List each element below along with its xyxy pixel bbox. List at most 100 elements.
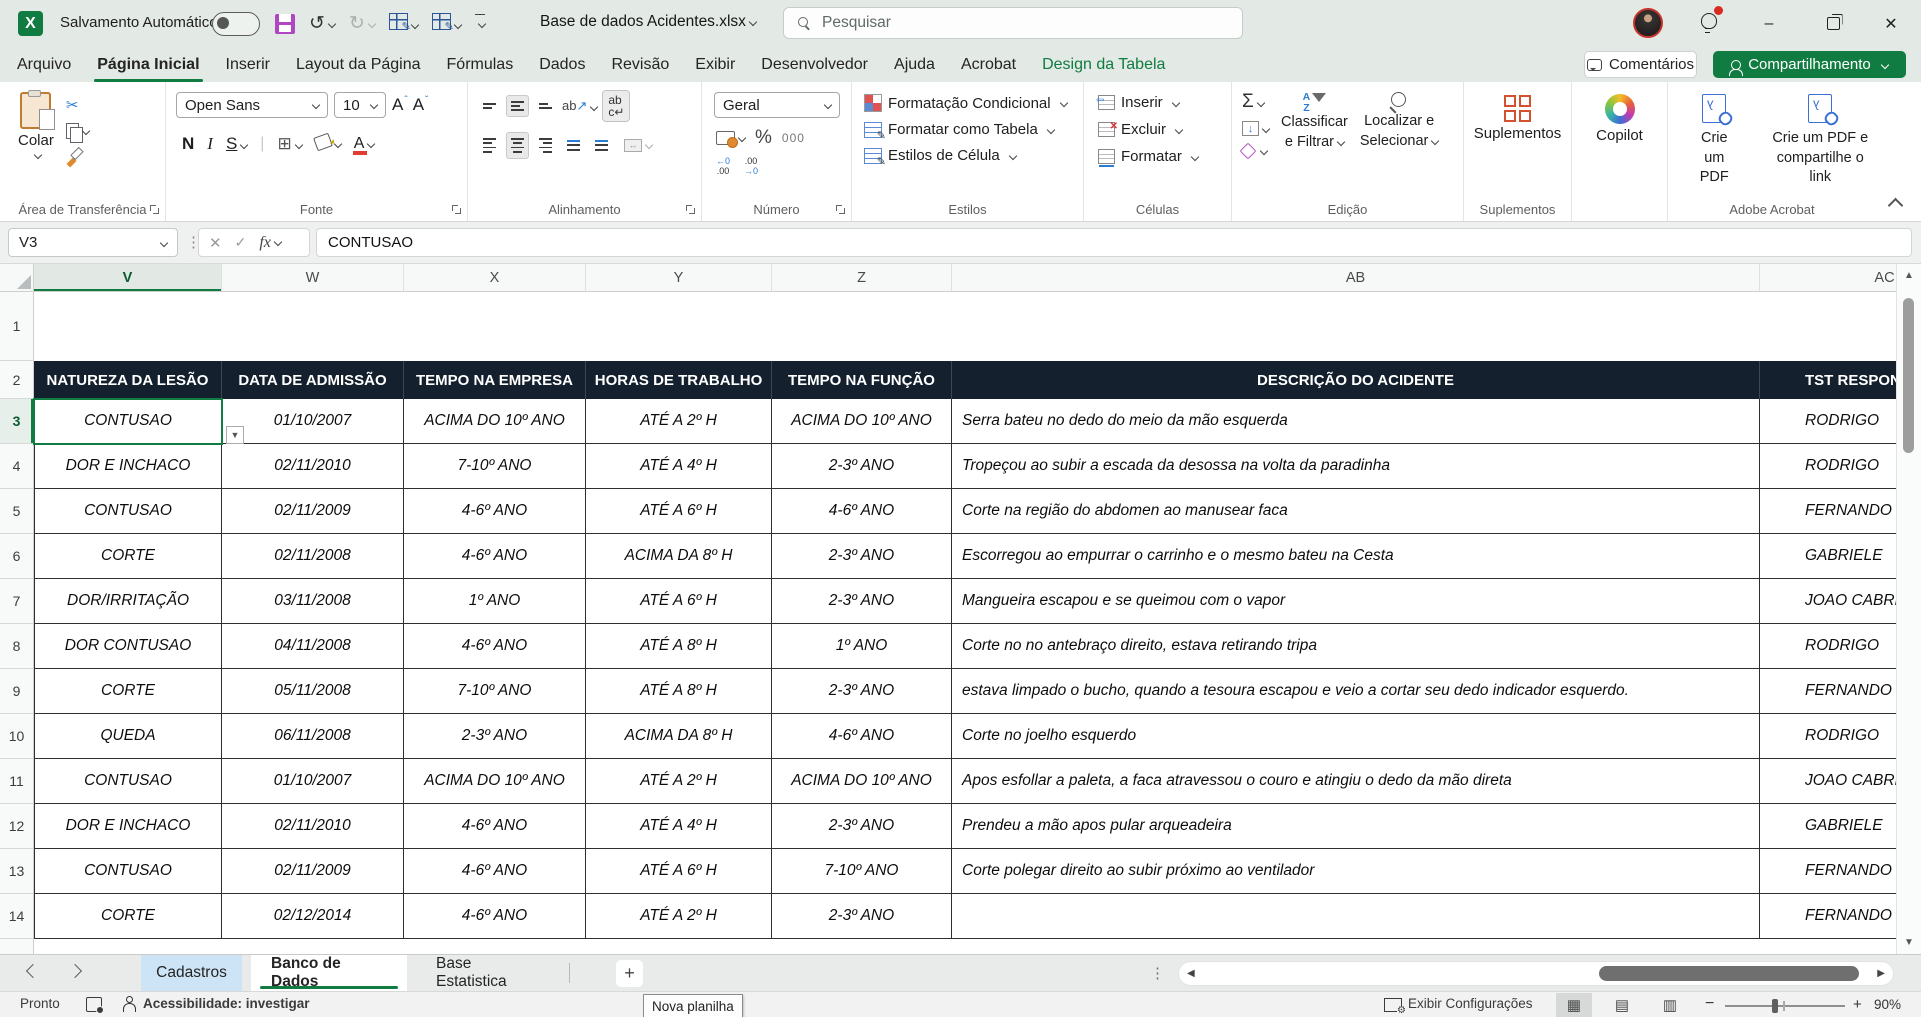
cell-natureza[interactable]: CORTE <box>35 669 222 713</box>
cell-tempo-funcao[interactable]: 2-3º ANO <box>772 894 952 938</box>
format-as-table-button[interactable]: ✎ Formatar como Tabela <box>864 121 1083 138</box>
font-color-button[interactable]: A <box>354 135 375 153</box>
cell-tempo-funcao[interactable]: 2-3º ANO <box>772 669 952 713</box>
cell-data-admissao[interactable]: 02/11/2009 <box>222 849 404 893</box>
sheet-tab-base-estatistica[interactable]: Base Estatistica <box>416 955 563 991</box>
cell-descricao[interactable] <box>952 894 1760 938</box>
cell-tempo-empresa[interactable]: ACIMA DO 10º ANO <box>404 759 586 803</box>
enter-icon[interactable]: ✓ <box>235 234 247 251</box>
name-box[interactable]: V3 <box>8 228 178 257</box>
cell-tempo-empresa[interactable]: 7-10º ANO <box>404 669 586 713</box>
close-button[interactable]: ✕ <box>1869 0 1913 47</box>
vertical-scroll-thumb[interactable] <box>1903 298 1914 453</box>
cell-tempo-empresa[interactable]: 4-6º ANO <box>404 534 586 578</box>
view-page-layout-button[interactable]: ▤ <box>1604 993 1640 1017</box>
vertical-scrollbar[interactable]: ▲ ▼ <box>1896 264 1921 954</box>
row-number[interactable]: 11 <box>0 759 33 804</box>
cell-tst[interactable]: GABRIELE <box>1760 804 1896 848</box>
tab-formulas[interactable]: Fórmulas <box>434 47 527 82</box>
sheet-nav-prev-icon[interactable] <box>26 964 40 978</box>
delete-cells-button[interactable]: Excluir <box>1098 121 1231 138</box>
scroll-up-icon[interactable]: ▲ <box>1904 270 1914 281</box>
align-middle-button[interactable] <box>506 95 529 117</box>
dialog-launcher-icon[interactable] <box>686 205 696 215</box>
cell-descricao[interactable]: Apos esfollar a paleta, a faca atravesso… <box>952 759 1760 803</box>
row-number[interactable]: 6 <box>0 534 33 579</box>
cell-tempo-empresa[interactable]: 2-3º ANO <box>404 714 586 758</box>
avatar[interactable] <box>1633 8 1663 38</box>
fill-button[interactable]: ↓ <box>1242 121 1269 136</box>
copy-button[interactable] <box>66 123 89 139</box>
cell-horas-trabalho[interactable]: ATÉ A 2º H <box>586 399 772 443</box>
cell-data-admissao[interactable]: 05/11/2008 <box>222 669 404 713</box>
horizontal-scrollbar[interactable]: ◀ ▶ <box>1178 961 1894 986</box>
scrollbar-resize-handle[interactable]: ⋮ <box>1150 964 1165 982</box>
increase-indent-button[interactable] <box>590 134 613 156</box>
cell-horas-trabalho[interactable]: ACIMA DA 8º H <box>586 714 772 758</box>
cell-horas-trabalho[interactable]: ATÉ A 4º H <box>586 804 772 848</box>
bold-button[interactable]: N <box>182 134 194 154</box>
merge-center-button[interactable]: ↔ <box>624 139 652 152</box>
select-all-corner[interactable] <box>0 264 34 291</box>
header-tst-responsavel[interactable]: TST RESPONSÁVEL <box>1760 361 1896 399</box>
row-number[interactable]: 10 <box>0 714 33 759</box>
scroll-left-icon[interactable]: ◀ <box>1187 968 1195 979</box>
font-name-select[interactable]: Open Sans <box>176 92 328 118</box>
cell-styles-button[interactable]: ✎ Estilos de Célula <box>864 147 1083 164</box>
cell-tst[interactable]: RODRIGO <box>1760 399 1896 443</box>
comments-button[interactable]: Comentários <box>1584 51 1697 78</box>
cell-tempo-empresa[interactable]: 1º ANO <box>404 579 586 623</box>
cell-data-admissao[interactable]: 01/10/2007 <box>222 399 404 443</box>
cell-horas-trabalho[interactable]: ACIMA DA 8º H <box>586 534 772 578</box>
share-button[interactable]: Compartilhamento <box>1713 51 1906 78</box>
cell-tempo-funcao[interactable]: ACIMA DO 10º ANO <box>772 759 952 803</box>
comma-style-button[interactable]: 000 <box>782 131 805 145</box>
cell-data-admissao[interactable]: 02/11/2010 <box>222 444 404 488</box>
header-descricao-do-acidente[interactable]: DESCRIÇÃO DO ACIDENTE <box>952 361 1760 399</box>
cell-tempo-funcao[interactable]: 2-3º ANO <box>772 534 952 578</box>
search-input[interactable] <box>820 13 1204 33</box>
underline-button[interactable]: S <box>226 134 247 154</box>
create-pdf-share-button[interactable]: Crie um PDF e compartilhe o link <box>1765 94 1876 188</box>
cell-tst[interactable]: RODRIGO <box>1760 444 1896 488</box>
find-select-button[interactable]: Localizar e Selecionar <box>1360 92 1439 157</box>
tab-design-da-tabela[interactable]: Design da Tabela <box>1029 47 1178 82</box>
row-number[interactable]: 5 <box>0 489 33 534</box>
row-number[interactable] <box>0 939 33 954</box>
italic-button[interactable]: I <box>207 134 213 154</box>
cell-tst[interactable]: GABRIELE <box>1760 534 1896 578</box>
scroll-down-icon[interactable]: ▼ <box>1904 937 1914 948</box>
cell-natureza[interactable]: CONTUSAO <box>35 489 222 533</box>
dialog-launcher-icon[interactable] <box>836 205 846 215</box>
restore-button[interactable] <box>1811 0 1855 47</box>
macro-record-icon[interactable] <box>86 997 102 1012</box>
decrease-indent-button[interactable] <box>562 134 585 156</box>
cell-tempo-funcao[interactable]: 4-6º ANO <box>772 714 952 758</box>
row-number[interactable]: 9 <box>0 669 33 714</box>
cell-natureza[interactable]: CONTUSAO <box>35 399 222 443</box>
row-number[interactable]: 7 <box>0 579 33 624</box>
cell-data-admissao[interactable]: 04/11/2008 <box>222 624 404 668</box>
collapse-ribbon-icon[interactable] <box>1888 198 1904 214</box>
cell-tst[interactable]: JOAO CABRERA <box>1760 579 1896 623</box>
cell-descricao[interactable]: Escorregou ao empurrar o carrinho e o me… <box>952 534 1760 578</box>
table-tool-button-1[interactable]: ✎ <box>389 13 418 35</box>
column-header-y[interactable]: Y <box>586 264 772 291</box>
cell-tst[interactable]: JOAO CABRERA <box>1760 759 1896 803</box>
search-box[interactable] <box>783 7 1243 39</box>
zoom-slider-track[interactable] <box>1725 1005 1845 1007</box>
number-format-select[interactable]: Geral <box>714 92 840 118</box>
align-right-button[interactable] <box>534 132 557 159</box>
cell-natureza[interactable]: DOR E INCHACO <box>35 444 222 488</box>
tab-pagina-inicial[interactable]: Página Inicial <box>84 47 212 82</box>
cell-tempo-funcao[interactable]: 4-6º ANO <box>772 489 952 533</box>
cell-tempo-funcao[interactable]: 2-3º ANO <box>772 444 952 488</box>
document-title[interactable]: Base de dados Acidentes.xlsx <box>540 13 756 31</box>
cell-tst[interactable]: FERNANDO <box>1760 894 1896 938</box>
table-tool-button-2[interactable]: ✎ <box>432 13 461 35</box>
borders-button[interactable]: ⊞ <box>277 134 301 154</box>
cell-tempo-empresa[interactable]: 7-10º ANO <box>404 444 586 488</box>
format-painter-button[interactable] <box>66 148 89 166</box>
cell-data-admissao[interactable]: 02/11/2010 <box>222 804 404 848</box>
cell-tempo-empresa[interactable]: ACIMA DO 10º ANO <box>404 399 586 443</box>
